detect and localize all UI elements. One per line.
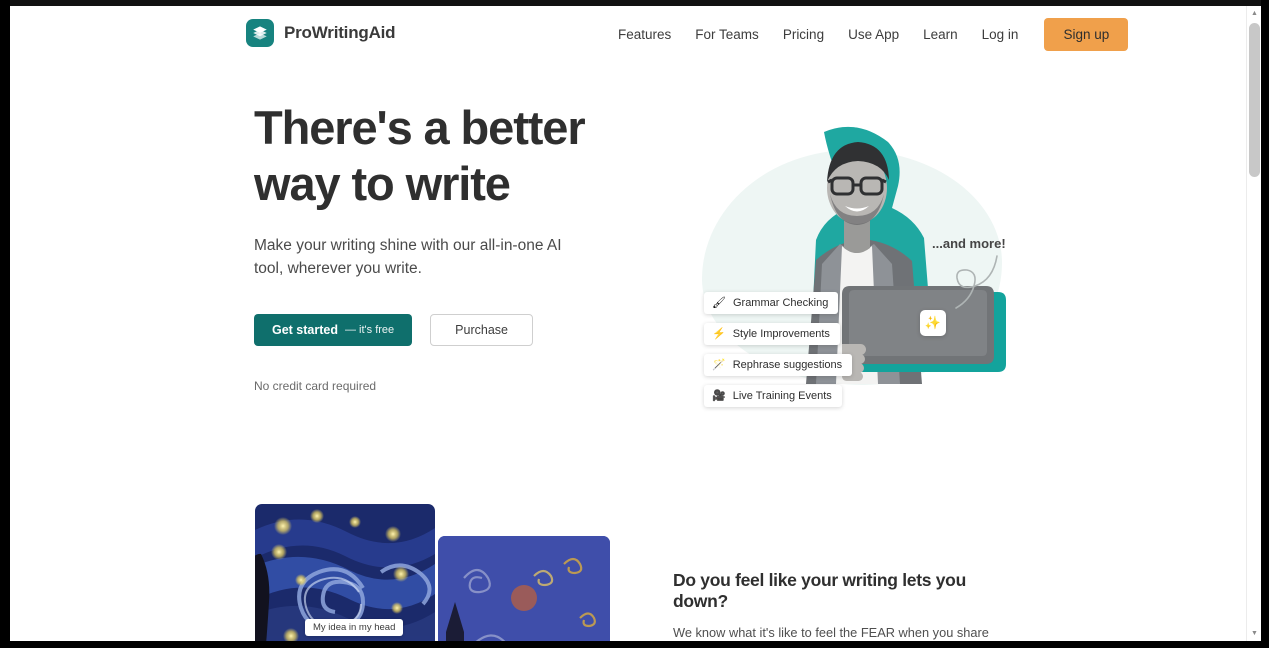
section-two-title: Do you feel like your writing lets you d…: [673, 570, 966, 611]
site-header: ProWritingAid Features For Teams Pricing…: [10, 6, 1246, 62]
get-started-label: Get started: [272, 322, 338, 337]
feature-chip-label: Grammar Checking: [732, 297, 829, 309]
scrollbar-up-arrow-icon[interactable]: ▲: [1247, 6, 1261, 21]
feature-chip-label: Live Training Events: [732, 390, 832, 402]
purchase-button[interactable]: Purchase: [430, 313, 533, 346]
feature-chip: 🎥 Live Training Events: [704, 385, 842, 407]
nav-item-for-teams[interactable]: For Teams: [683, 21, 771, 48]
feature-chip: ⚡ Style Improvements: [704, 323, 840, 345]
get-started-sub-label: — it's free: [345, 323, 395, 336]
hero-illustration: 🖌 Grammar Checking ⚡ Style Improvements …: [670, 112, 1030, 442]
browser-chrome-right: [1261, 0, 1269, 648]
image-caption: My idea in my head: [305, 619, 404, 636]
section-two-copy: Do you feel like your writing lets you d…: [673, 570, 1023, 641]
plain-drawing-card: [438, 536, 610, 641]
hero-section: There's a better way to write Make your …: [10, 62, 1246, 482]
feature-chip-label: Style Improvements: [732, 328, 830, 340]
scrollbar-down-arrow-icon[interactable]: ▼: [1247, 626, 1261, 641]
hero-title: There's a better way to write: [254, 100, 644, 212]
hero-actions: Get started — it's free Purchase: [254, 313, 644, 346]
feature-chip-label: Rephrase suggestions: [732, 359, 843, 371]
browser-window: ProWritingAid Features For Teams Pricing…: [0, 0, 1269, 648]
brand-logo-link[interactable]: ProWritingAid: [246, 19, 396, 47]
nav-item-use-app[interactable]: Use App: [836, 21, 911, 48]
magic-wand-icon: 🪄: [712, 358, 726, 371]
before-after-illustration: My idea in my head: [255, 504, 610, 641]
feature-chip: 🖌 Grammar Checking: [704, 292, 839, 314]
browser-chrome-left: [0, 0, 10, 648]
lightning-bolt-icon: ⚡: [712, 327, 726, 340]
nav-item-log-in[interactable]: Log in: [970, 21, 1031, 48]
no-credit-card-note: No credit card required: [254, 378, 377, 393]
movie-camera-icon: 🎥: [712, 389, 726, 402]
main-nav: Features For Teams Pricing Use App Learn…: [606, 6, 1129, 62]
feather-pen-icon: 🖌: [712, 296, 726, 309]
section-two-body: We know what it's like to feel the FEAR …: [673, 625, 989, 640]
feature-chip: 🪄 Rephrase suggestions: [704, 354, 853, 376]
nav-item-learn[interactable]: Learn: [911, 21, 970, 48]
and-more-label: ...and more!: [932, 236, 1006, 251]
scrollbar-thumb[interactable]: [1249, 23, 1260, 177]
brand-name: ProWritingAid: [284, 23, 396, 42]
sign-up-button[interactable]: Sign up: [1044, 17, 1129, 51]
sparkle-badge-icon: ✨: [920, 310, 946, 336]
hero-subtitle: Make your writing shine with our all-in-…: [254, 236, 562, 278]
get-started-button[interactable]: Get started — it's free: [254, 313, 413, 346]
nav-item-pricing[interactable]: Pricing: [771, 21, 836, 48]
hero-copy: There's a better way to write Make your …: [254, 100, 644, 393]
writing-lets-you-down-section: My idea in my head Do you feel like your…: [10, 482, 1246, 641]
vertical-scrollbar[interactable]: ▲ ▼: [1246, 6, 1261, 641]
browser-chrome-bottom: [0, 641, 1269, 648]
nav-item-features[interactable]: Features: [606, 21, 683, 48]
curly-arrow-icon: [955, 255, 998, 309]
hero-title-line-1: There's a better: [254, 101, 586, 154]
page-viewport: ProWritingAid Features For Teams Pricing…: [10, 6, 1261, 641]
hero-title-line-2: way to write: [254, 156, 511, 210]
prowritingaid-logo-icon: [246, 19, 274, 47]
